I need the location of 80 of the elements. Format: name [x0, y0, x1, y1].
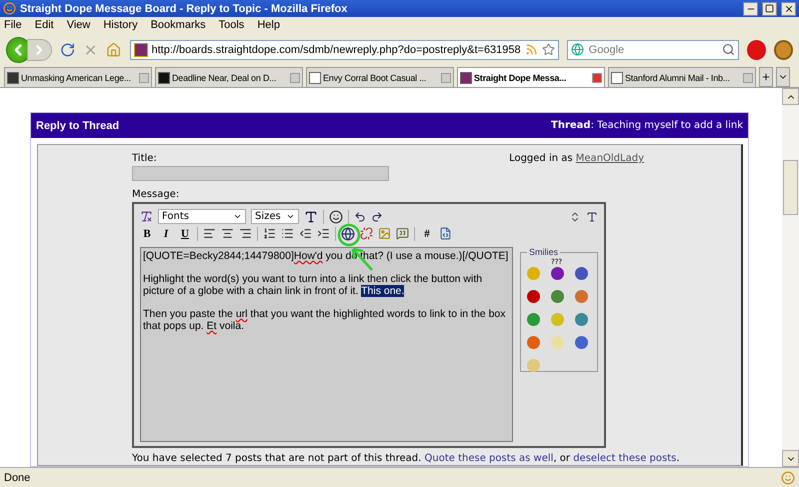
menu-item[interactable]: Tools	[218, 19, 244, 31]
minimize-button[interactable]	[743, 2, 758, 16]
close-button[interactable]	[781, 2, 796, 16]
forward-button[interactable]	[26, 38, 52, 60]
align-center-icon[interactable]	[221, 227, 234, 240]
scroll-thumb[interactable]	[783, 160, 798, 215]
message-label: Message:	[132, 189, 180, 200]
ordered-list-icon[interactable]	[263, 227, 276, 240]
bullet-list-icon[interactable]	[281, 227, 294, 240]
chevron-left-icon	[14, 44, 22, 56]
outdent-icon[interactable]	[299, 227, 312, 240]
format-button[interactable]: U	[178, 228, 192, 240]
menu-item[interactable]: Edit	[34, 19, 54, 31]
unlink-icon[interactable]	[360, 227, 373, 240]
search-engine-icon[interactable]	[570, 43, 584, 56]
menu-item[interactable]: Help	[257, 19, 280, 31]
window-title: Straight Dope Message Board - Reply to Topic - Mozilla Firefox	[20, 2, 348, 14]
caret-icon	[286, 212, 295, 221]
message-field[interactable]	[140, 247, 513, 442]
message-paragraph: Highlight the word(s) you want to turn into a link then click the button with picture of a globe with a chain link in front of it. This one.	[143, 273, 484, 297]
remove-format-icon[interactable]	[140, 210, 153, 223]
indent-icon[interactable]	[317, 227, 330, 240]
browser-tab[interactable]: Deadline Near, Deal on D...	[155, 67, 303, 87]
browser-tab[interactable]: Stanford Alumni Mail - Inb...	[608, 67, 756, 87]
favicon-icon	[611, 72, 623, 84]
format-button[interactable]: I	[159, 228, 173, 240]
maximize-button[interactable]	[762, 2, 777, 16]
font-select[interactable]: Fonts	[158, 209, 246, 224]
search-icon[interactable]	[722, 43, 735, 56]
deselect-posts-link[interactable]: deselect these posts	[573, 453, 676, 464]
rss-icon[interactable]	[524, 43, 538, 56]
text-color-icon[interactable]	[304, 210, 318, 224]
format-button[interactable]: B	[140, 228, 154, 240]
quote-posts-link[interactable]: Quote these posts as well	[424, 453, 554, 464]
plus-icon	[761, 72, 771, 82]
site-favicon-icon	[134, 42, 148, 56]
menu-item[interactable]: History	[103, 19, 138, 31]
favicon-icon	[460, 72, 472, 84]
quote-icon[interactable]	[396, 227, 409, 240]
search-bar[interactable]: Google	[566, 40, 739, 60]
favicon-icon	[7, 72, 19, 84]
smilies-legend: Smilies	[527, 247, 560, 257]
browser-logo-icon	[3, 2, 16, 15]
favicon-icon	[309, 72, 321, 84]
logged-in-label: Logged in as	[509, 153, 573, 164]
selected-posts-notice: You have selected 7 posts that are not part of this thread. Quote these posts as well, or deselect these posts.	[132, 453, 681, 464]
undo-icon[interactable]	[354, 210, 366, 222]
globe-link-icon[interactable]	[341, 226, 355, 240]
message-paragraph: Then you paste the url that you want the highlighted words to link to in the box that pops up. Et voila.	[143, 308, 506, 332]
menu-item[interactable]: View	[66, 19, 90, 31]
bookmark-star-icon[interactable]	[542, 43, 555, 56]
caret-icon	[233, 212, 242, 221]
panel-title: Reply to Thread	[36, 120, 120, 132]
align-right-icon[interactable]	[239, 227, 252, 240]
align-left-icon[interactable]	[203, 227, 216, 240]
image-icon[interactable]	[378, 227, 391, 240]
maximize-icon	[765, 4, 774, 13]
address-field[interactable]: http://boards.straightdope.com/sdmb/newreply.php?do=postreply&t=631958	[130, 40, 559, 60]
username-link[interactable]: MeanOldLady	[576, 153, 644, 164]
chevron-right-icon	[36, 44, 42, 54]
size-select[interactable]: Sizes	[251, 209, 299, 224]
reload-icon[interactable]	[60, 42, 75, 58]
menu-item[interactable]: Bookmarks	[150, 19, 206, 31]
browser-tab[interactable]: Straight Dope Messa...	[457, 67, 605, 87]
font-size-icon[interactable]	[586, 210, 598, 222]
title-field[interactable]	[132, 166, 389, 181]
resize-icon[interactable]	[569, 210, 581, 222]
new-tab-button[interactable]	[759, 67, 773, 87]
close-icon	[784, 4, 794, 14]
thread-title: Thread: Teaching myself to add a link	[551, 120, 743, 131]
php-icon[interactable]	[439, 227, 452, 240]
redo-icon[interactable]	[371, 210, 383, 222]
title-label: Title:	[132, 153, 158, 164]
menu-item[interactable]: File	[4, 19, 22, 31]
favicon-icon	[158, 72, 170, 84]
browser-tab[interactable]: Envy Corral Boot Casual ...	[306, 67, 454, 87]
search-field[interactable]: Google	[586, 42, 719, 56]
browser-tab[interactable]: Unmasking American Lege...	[4, 67, 152, 87]
status-text: Done	[4, 472, 30, 484]
code-button[interactable]: #	[420, 228, 434, 240]
